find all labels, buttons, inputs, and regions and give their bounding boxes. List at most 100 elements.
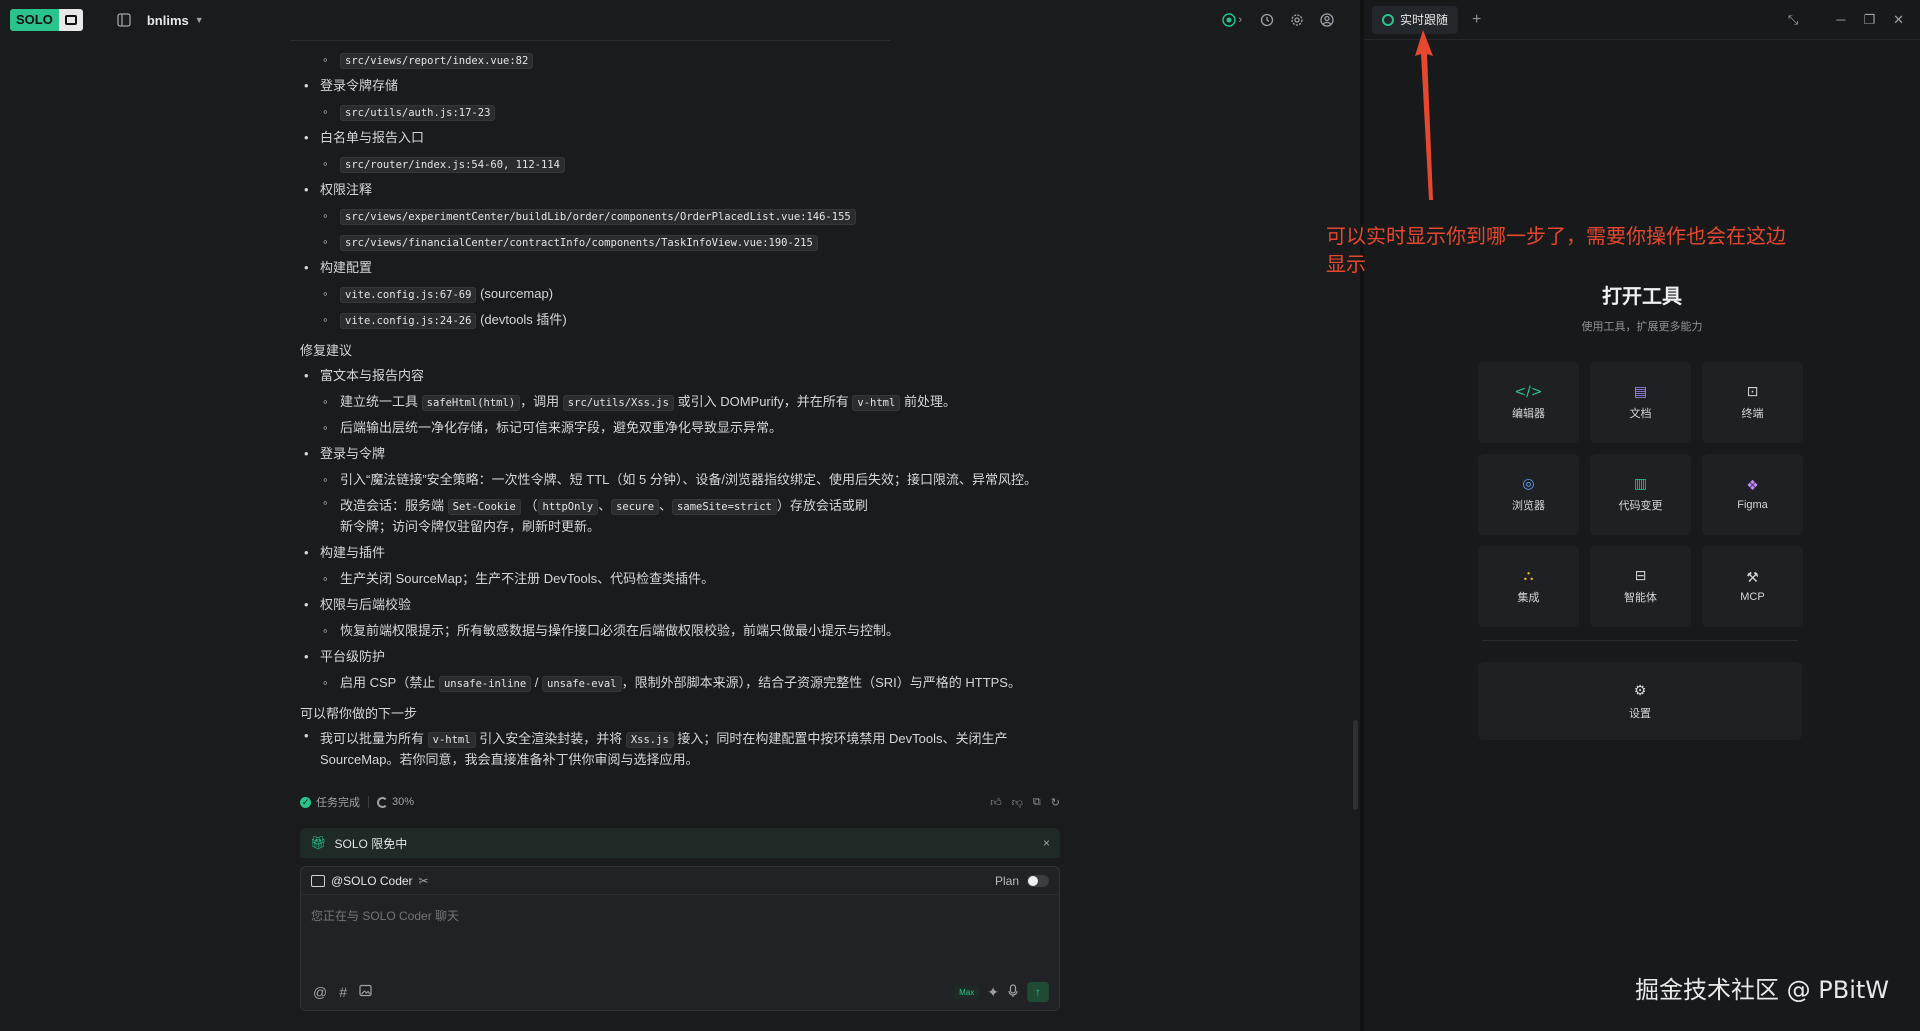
code-ref[interactable]: v-html <box>427 732 476 748</box>
solo-logo[interactable]: SOLO <box>10 8 83 32</box>
close-icon[interactable]: × <box>1043 836 1050 850</box>
mention-icon[interactable]: @ <box>313 984 327 1000</box>
window-controls: ⤡ ─ ❐ ✕ <box>1788 12 1916 28</box>
image-icon[interactable] <box>359 984 372 1000</box>
tool-label: 终端 <box>1741 407 1764 420</box>
wrench-icon: ⚒ <box>1746 569 1759 586</box>
code-ref[interactable]: safeHtml(html) <box>421 395 521 411</box>
restore-icon[interactable]: ❐ <box>1863 12 1875 28</box>
tool-grid: </> 编辑器 ▤ 文档 ⊡ 终端 ◎ 浏览器 ▥ 代码变更 ❖ Figma ⛬… <box>1478 362 1803 627</box>
code-ref[interactable]: src/views/experimentCenter/buildLib/orde… <box>340 209 856 225</box>
code-ref[interactable]: Xss.js <box>625 732 674 748</box>
list-item: vite.config.js:67-69 (sourcemap) <box>290 281 1070 307</box>
refresh-icon[interactable]: ↻ <box>1051 796 1060 809</box>
code-ref[interactable]: src/router/index.js:54-60, 112-114 <box>340 157 565 173</box>
list-item: 生产关闭 SourceMap；生产不注册 DevTools、代码检查类插件。 <box>290 566 1070 592</box>
list-item: 改造会话：服务端 Set-Cookie （httpOnly、secure、sam… <box>290 493 1070 540</box>
send-button[interactable]: ↑ <box>1027 982 1049 1002</box>
list-item: 构建与插件 <box>290 540 1070 566</box>
sparkle-icon[interactable]: ✦ <box>987 984 999 1001</box>
thumbs-down-icon[interactable]: 👎︎ <box>1012 796 1023 809</box>
note-text: (devtools 插件) <box>480 312 567 327</box>
tool-document[interactable]: ▤ 文档 <box>1590 362 1691 443</box>
text: （ <box>524 498 538 513</box>
list-item: 权限注释 <box>290 177 1070 203</box>
hash-icon[interactable]: # <box>339 984 347 1000</box>
add-tab-icon[interactable]: + <box>1472 11 1481 29</box>
code-ref[interactable]: vite.config.js:24-26 <box>340 313 477 329</box>
run-status[interactable]: › <box>1222 13 1242 27</box>
project-name: bnlims <box>146 12 189 28</box>
next-list: 我可以批量为所有 v-html 引入安全渲染封装，并将 Xss.js 接入；同时… <box>290 726 1070 773</box>
tool-terminal[interactable]: ⊡ 终端 <box>1702 362 1803 443</box>
tool-settings[interactable]: ⚙ 设置 <box>1478 662 1802 740</box>
gear-icon[interactable] <box>1284 7 1310 33</box>
gift-icon: 🎁︎ <box>310 835 327 850</box>
divider <box>290 40 890 41</box>
chat-history-icon[interactable] <box>1254 7 1280 33</box>
document-icon: ▤ <box>1633 383 1648 400</box>
plan-toggle-group: Plan <box>995 874 1049 888</box>
tool-editor[interactable]: </> 编辑器 <box>1478 362 1579 443</box>
tool-agent[interactable]: ⊟ 智能体 <box>1590 546 1691 627</box>
play-circle-icon <box>1222 13 1237 27</box>
tool-integration[interactable]: ⛬ 集成 <box>1478 546 1579 627</box>
text: ，调用 <box>520 394 560 409</box>
list-item: src/views/financialCenter/contractInfo/c… <box>290 229 1070 255</box>
max-mode-badge[interactable]: Max <box>954 985 980 999</box>
code-ref[interactable]: Set-Cookie <box>447 499 521 515</box>
text: 启用 CSP（禁止 <box>340 675 436 690</box>
code-ref[interactable]: secure <box>611 499 660 515</box>
list-item: 登录与令牌 <box>290 441 1070 467</box>
logo-text: SOLO <box>10 9 59 31</box>
code-ref[interactable]: src/views/financialCenter/contractInfo/c… <box>340 235 818 251</box>
list-item: vite.config.js:24-26 (devtools 插件) <box>290 307 1070 333</box>
code-ref[interactable]: httpOnly <box>537 499 599 515</box>
tool-mcp[interactable]: ⚒ MCP <box>1702 546 1803 627</box>
code-ref[interactable]: src/utils/Xss.js <box>562 395 674 411</box>
tool-browser[interactable]: ◎ 浏览器 <box>1478 454 1579 535</box>
project-selector[interactable]: bnlims ▼ <box>147 13 204 28</box>
list-item: 引入“魔法链接”安全策略：一次性令牌、短 TTL（如 5 分钟）、设备/浏览器指… <box>290 467 1070 493</box>
message-meta: ✓ 任务完成 30% 👍︎ 👎︎ ⧉ ↻ <box>300 792 1060 812</box>
list-item: 启用 CSP（禁止 unsafe-inline / unsafe-eval，限制… <box>290 670 1070 696</box>
section-title-next: 可以帮你做的下一步 <box>300 706 418 721</box>
text: 前处理。 <box>903 394 956 409</box>
code-ref[interactable]: src/views/report/index.vue:82 <box>340 53 534 69</box>
plan-toggle[interactable] <box>1027 874 1049 887</box>
code-ref[interactable]: vite.config.js:67-69 <box>340 287 477 303</box>
sidebar-toggle-icon[interactable] <box>111 7 137 33</box>
tool-label: 文档 <box>1629 407 1652 420</box>
tool-label: 编辑器 <box>1512 407 1545 420</box>
agent-icon: ⊟ <box>1634 567 1647 584</box>
chat-scrollbar[interactable] <box>1353 720 1358 810</box>
code-ref[interactable]: v-html <box>852 395 901 411</box>
tool-label: 代码变更 <box>1618 499 1663 512</box>
code-ref[interactable]: unsafe-eval <box>542 676 622 692</box>
minimize-icon[interactable]: ─ <box>1836 12 1845 27</box>
microphone-icon[interactable] <box>1007 983 1019 1001</box>
status-text: 任务完成 <box>316 797 360 809</box>
list-item: 权限与后端校验 <box>290 592 1070 618</box>
list-item: 后端输出层统一净化存储，标记可信来源字段，避免双重净化导致显示异常。 <box>290 415 1070 441</box>
text: / <box>534 675 539 690</box>
compass-icon: ◎ <box>1522 475 1535 492</box>
thumbs-up-icon[interactable]: 👍︎ <box>990 796 1002 809</box>
close-icon[interactable]: ✕ <box>1893 12 1904 28</box>
code-ref[interactable]: sameSite=strict <box>672 499 777 515</box>
tool-figma[interactable]: ❖ Figma <box>1702 454 1803 535</box>
agent-selector[interactable]: @SOLO Coder <box>331 874 413 888</box>
tool-label: 智能体 <box>1624 591 1657 604</box>
chevron-down-icon: ▼ <box>194 15 204 25</box>
note-text: (sourcemap) <box>480 286 554 301</box>
copy-icon[interactable]: ⧉ <box>1033 796 1041 809</box>
collapse-icon[interactable]: ⤡ <box>1788 12 1798 28</box>
chat-input[interactable] <box>311 909 1011 923</box>
tools-icon[interactable]: ✂ <box>419 874 429 888</box>
code-ref[interactable]: src/utils/auth.js:17-23 <box>340 105 496 121</box>
task-status: ✓ 任务完成 <box>300 794 360 810</box>
agent-icon <box>311 874 325 887</box>
tool-code-changes[interactable]: ▥ 代码变更 <box>1590 454 1691 535</box>
user-avatar-icon[interactable] <box>1314 7 1340 33</box>
code-ref[interactable]: unsafe-inline <box>438 676 532 692</box>
